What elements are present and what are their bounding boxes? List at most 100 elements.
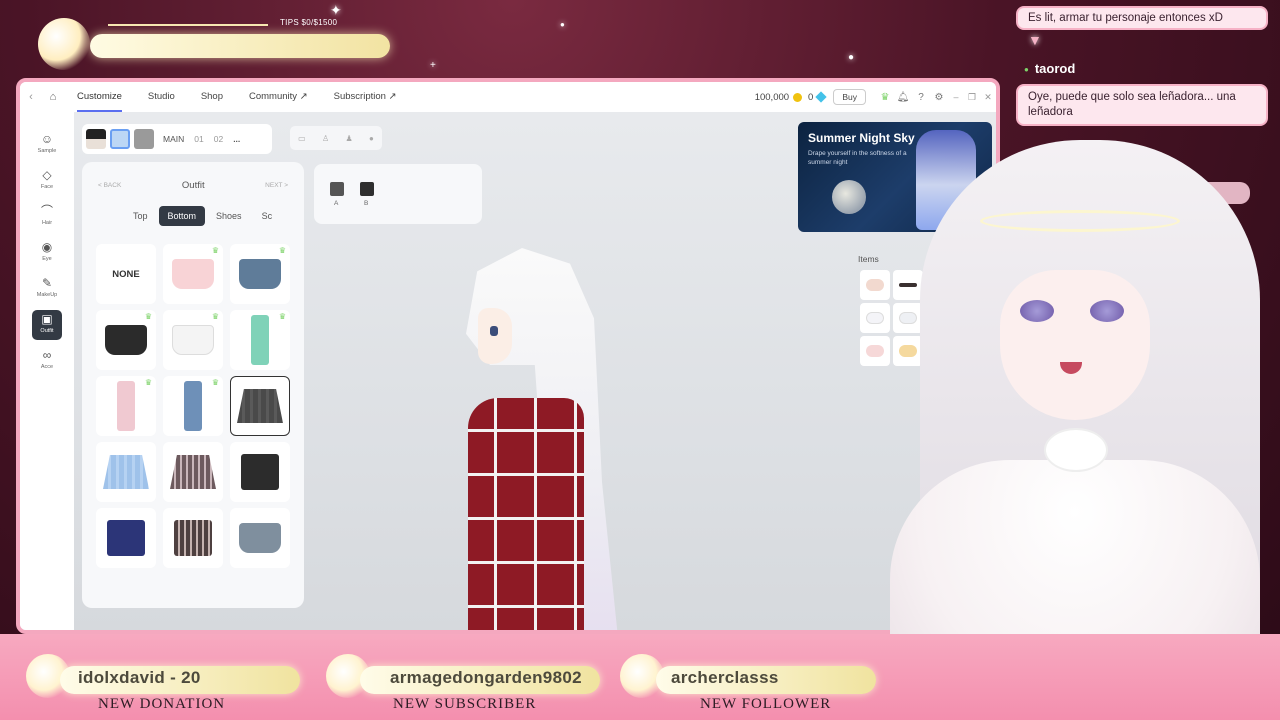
item-mint-pants[interactable]: ♛: [230, 310, 290, 370]
rail-label: Face: [40, 184, 54, 190]
crown-icon: ♛: [144, 312, 152, 321]
outfit-icon: ▣: [41, 312, 53, 326]
moon-icon: [38, 18, 90, 70]
rail-label: Acce: [40, 364, 54, 370]
chat-text: Es lit, armar tu personaje entonces xD: [1028, 12, 1223, 24]
app-canvas: ‹ ⌂ Customize Studio Shop Community ↗ Su…: [20, 82, 996, 630]
rail-item-outfit[interactable]: ▣ Outfit: [32, 310, 62, 340]
rail-item-hair[interactable]: ⌒ Hair: [32, 202, 62, 232]
tab-community[interactable]: Community ↗: [236, 82, 321, 112]
eye-icon: ◉: [41, 240, 53, 254]
tab-studio[interactable]: Studio: [135, 82, 188, 112]
pose-icon[interactable]: ♙: [322, 134, 329, 143]
view-toolbar: ▭ ♙ ♟ ●: [290, 126, 382, 150]
color-swatch-a[interactable]: [330, 182, 344, 196]
preset-main[interactable]: MAIN: [163, 134, 184, 144]
dot-icon[interactable]: ●: [369, 134, 374, 143]
crown-icon: ♛: [211, 312, 219, 321]
person-icon: ☺: [40, 132, 54, 146]
item-plaid-miniskirt[interactable]: [163, 508, 223, 568]
sparkle-icon: +: [430, 60, 436, 71]
preset-row: MAIN 01 02 ...: [82, 124, 272, 154]
rail-item-sample[interactable]: ☺ Sample: [32, 130, 62, 160]
rail-item-acce[interactable]: ∞ Acce: [32, 346, 62, 376]
item-pink-shorts[interactable]: ♛: [163, 244, 223, 304]
item-black-miniskirt[interactable]: [230, 442, 290, 502]
vtuber-face: [1000, 270, 1150, 420]
panel-header: < BACK Outfit NEXT >: [82, 180, 304, 191]
alert-subscriber: armagedongarden9802 NEW SUBSCRIBER: [326, 644, 630, 714]
tips-progress-bar: [90, 34, 390, 58]
coin-balance: 100,000: [754, 91, 790, 103]
rail-label: Hair: [41, 220, 53, 226]
alert-name: armagedongarden9802: [390, 668, 582, 687]
gem-balance: 0: [808, 91, 814, 103]
alert-donation: idolxdavid - 20 NEW DONATION: [20, 644, 320, 714]
accessory-icon: ∞: [42, 348, 52, 362]
subtab-bottom[interactable]: Bottom: [158, 206, 206, 226]
preset-avatar-selected[interactable]: [110, 129, 130, 149]
rail-label: Eye: [42, 256, 52, 262]
item-pink-pants[interactable]: ♛: [96, 376, 156, 436]
halo-icon: [980, 210, 1180, 232]
item-blue-pleated-skirt[interactable]: [96, 442, 156, 502]
preset-slot-02[interactable]: 02: [214, 134, 223, 144]
tab-shop[interactable]: Shop: [188, 82, 236, 112]
rail-item-eye[interactable]: ◉ Eye: [32, 238, 62, 268]
item-white-shorts[interactable]: ♛: [163, 310, 223, 370]
home-icon[interactable]: ⌂: [42, 91, 64, 103]
subtab-socks[interactable]: Sc: [253, 206, 282, 226]
tab-customize[interactable]: Customize: [64, 82, 135, 112]
category-rail: ☺ Sample ◇ Face ⌒ Hair ◉ Eye ✎ MakeUp ▣ Outfit…: [20, 112, 74, 630]
item-black-shorts[interactable]: ♛: [96, 310, 156, 370]
crown-icon: ♛: [278, 312, 286, 321]
alert-kind: NEW DONATION: [98, 696, 226, 712]
figure-icon[interactable]: ♟: [346, 134, 353, 143]
hair-icon: ⌒: [40, 204, 53, 218]
preset-avatar[interactable]: [134, 129, 154, 149]
swatch-label-b: B: [364, 200, 369, 207]
vtuber-left-eye: [1020, 300, 1054, 322]
chat-message: Es lit, armar tu personaje entonces xD: [1016, 6, 1268, 30]
app-window: ‹ ⌂ Customize Studio Shop Community ↗ Su…: [16, 78, 1000, 634]
rail-label: MakeUp: [36, 292, 58, 298]
rail-item-makeup[interactable]: ✎ MakeUp: [32, 274, 62, 304]
item-plaid-skirt[interactable]: [163, 442, 223, 502]
subtab-top[interactable]: Top: [124, 206, 157, 226]
item-gray-pleated-skirt[interactable]: [230, 376, 290, 436]
vtuber-right-eye: [1090, 300, 1124, 322]
crown-icon: ♛: [278, 246, 286, 255]
camera-icon[interactable]: ▭: [298, 134, 306, 143]
vtuber-avatar: [860, 100, 1280, 720]
tab-subscription[interactable]: Subscription ↗: [321, 82, 410, 112]
stream-alerts-bar: idolxdavid - 20 NEW DONATION armagedonga…: [0, 634, 1280, 720]
crown-icon: ♛: [211, 246, 219, 255]
item-gray-shorts[interactable]: [230, 508, 290, 568]
tips-progress-line: [108, 24, 268, 26]
alert-name: archerclasss: [671, 668, 779, 687]
preset-avatar[interactable]: [86, 129, 106, 149]
preset-slot-01[interactable]: 01: [194, 134, 203, 144]
character-preview[interactable]: [450, 248, 650, 630]
color-swatch-b[interactable]: [360, 182, 374, 196]
bookmark-icon: ▼: [1028, 32, 1042, 48]
item-none[interactable]: NONE: [96, 244, 156, 304]
character-plaid-shirt: [468, 398, 584, 630]
item-jeans[interactable]: ♛: [163, 376, 223, 436]
item-denim-shorts[interactable]: ♛: [230, 244, 290, 304]
next-button[interactable]: NEXT >: [265, 182, 288, 189]
rail-item-face[interactable]: ◇ Face: [32, 166, 62, 196]
tips-label: TIPS $0/$1500: [280, 18, 338, 27]
back-arrow-icon[interactable]: ‹: [20, 91, 42, 103]
character-face: [478, 308, 512, 364]
more-menu[interactable]: ...: [233, 134, 240, 144]
panel-title: Outfit: [181, 180, 205, 191]
alert-kind: NEW FOLLOWER: [700, 696, 832, 712]
gem-icon: [815, 91, 828, 103]
back-button[interactable]: < BACK: [98, 182, 121, 189]
makeup-icon: ✎: [41, 276, 53, 290]
subtab-shoes[interactable]: Shoes: [207, 206, 251, 226]
color-options-card: A B: [314, 164, 482, 224]
item-navy-miniskirt[interactable]: [96, 508, 156, 568]
rail-label: Outfit: [40, 328, 54, 334]
